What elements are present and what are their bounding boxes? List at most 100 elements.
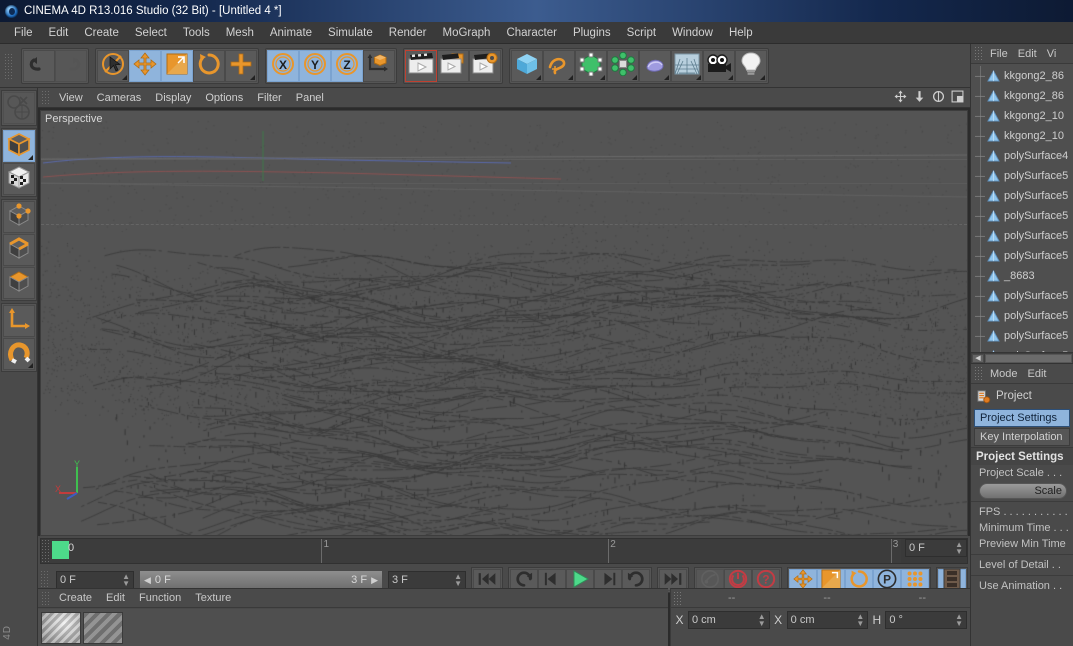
- menu-item-create[interactable]: Create: [76, 25, 127, 41]
- axis-modify-button[interactable]: [2, 305, 35, 337]
- array-button[interactable]: [607, 49, 639, 82]
- coordinate-input-x-1[interactable]: 0 cm ▲ ▼: [786, 611, 869, 629]
- submenu-corner-icon[interactable]: [696, 74, 701, 80]
- menu-item-animate[interactable]: Animate: [262, 25, 320, 41]
- attribute-menu-edit[interactable]: Edit: [1023, 367, 1052, 381]
- timeline-end-field[interactable]: 0 F ▲ ▼: [905, 539, 967, 563]
- attribute-row[interactable]: Preview Min Time: [971, 536, 1073, 552]
- polygons-mode-button[interactable]: [2, 267, 35, 299]
- preview-range-bar[interactable]: ◀ 0 F 3 F ▶: [139, 570, 383, 590]
- viewport-menu-filter[interactable]: Filter: [250, 91, 288, 105]
- camera-button[interactable]: [703, 49, 735, 82]
- stepper-icon[interactable]: ▲ ▼: [955, 613, 963, 628]
- attribute-row[interactable]: Project Scale . . .: [971, 465, 1073, 481]
- rotate-button[interactable]: [193, 49, 225, 82]
- material-menu-create[interactable]: Create: [52, 591, 99, 605]
- viewport-menu-panel[interactable]: Panel: [289, 91, 331, 105]
- attribute-object-row[interactable]: Project: [971, 384, 1073, 408]
- object-list-item[interactable]: — polySurface5: [971, 186, 1073, 206]
- spline-button[interactable]: [543, 49, 575, 82]
- snap-magnet-button[interactable]: [2, 338, 35, 370]
- submenu-corner-icon[interactable]: [27, 363, 33, 368]
- range-right-arrow-icon[interactable]: ▶: [371, 575, 378, 586]
- attribute-manager-grip[interactable]: [974, 366, 983, 381]
- attribute-row[interactable]: Level of Detail . .: [971, 557, 1073, 573]
- viewport-menu-view[interactable]: View: [52, 91, 90, 105]
- menu-item-select[interactable]: Select: [127, 25, 175, 41]
- menu-item-tools[interactable]: Tools: [175, 25, 218, 41]
- material-menu-edit[interactable]: Edit: [99, 591, 132, 605]
- redo-button[interactable]: [55, 49, 87, 82]
- material-menu-texture[interactable]: Texture: [188, 591, 238, 605]
- current-time-marker[interactable]: [52, 541, 69, 559]
- stepper-icon[interactable]: ▲ ▼: [856, 613, 864, 628]
- attribute-tab-project-settings[interactable]: Project Settings: [974, 409, 1070, 427]
- menu-item-simulate[interactable]: Simulate: [320, 25, 381, 41]
- submenu-corner-icon[interactable]: [664, 74, 669, 80]
- submenu-corner-icon[interactable]: [760, 74, 765, 80]
- model-mode-button[interactable]: [2, 130, 35, 162]
- submenu-corner-icon[interactable]: [728, 74, 733, 80]
- attribute-row[interactable]: Minimum Time . . .: [971, 520, 1073, 536]
- pan-view-icon[interactable]: [894, 90, 907, 106]
- project-scale-field[interactable]: Scale: [979, 483, 1067, 499]
- scrollbar-thumb[interactable]: [985, 353, 1072, 363]
- stepper-icon[interactable]: ▲ ▼: [122, 573, 130, 588]
- menu-item-render[interactable]: Render: [381, 25, 435, 41]
- object-list-item[interactable]: — polySurface5: [971, 226, 1073, 246]
- object-list-item[interactable]: — polySurface4: [971, 146, 1073, 166]
- attribute-row[interactable]: FPS . . . . . . . . . . .: [971, 504, 1073, 520]
- material-grip[interactable]: [41, 591, 50, 605]
- texture-mode-button[interactable]: [2, 163, 35, 195]
- attribute-menu-mode[interactable]: Mode: [985, 367, 1023, 381]
- nurbs-button[interactable]: [575, 49, 607, 82]
- object-list-item[interactable]: — kkgong2_10: [971, 106, 1073, 126]
- world-object-axis-button[interactable]: [363, 49, 395, 82]
- undo-button[interactable]: [23, 49, 55, 82]
- menu-item-edit[interactable]: Edit: [41, 25, 77, 41]
- move-button[interactable]: [129, 49, 161, 82]
- range-left-arrow-icon[interactable]: ◀: [144, 575, 151, 586]
- menu-item-plugins[interactable]: Plugins: [565, 25, 619, 41]
- dolly-view-icon[interactable]: [913, 90, 926, 106]
- stepper-icon[interactable]: ▲ ▼: [454, 573, 462, 588]
- stepper-icon[interactable]: ▲ ▼: [955, 541, 963, 556]
- menu-item-character[interactable]: Character: [498, 25, 565, 41]
- timeline-ruler[interactable]: 0 1 2 3 0 F ▲ ▼: [40, 538, 968, 564]
- submenu-corner-icon[interactable]: [122, 74, 127, 80]
- viewport-menu-cameras[interactable]: Cameras: [90, 91, 149, 105]
- object-manager-hscrollbar[interactable]: ◀: [971, 352, 1073, 363]
- object-list-item[interactable]: — kkgong2_10: [971, 126, 1073, 146]
- coordinate-input-x-0[interactable]: 0 cm ▲ ▼: [688, 611, 770, 629]
- timeline-grip[interactable]: [41, 539, 50, 563]
- x-axis-button[interactable]: X: [267, 49, 299, 82]
- floor-button[interactable]: [671, 49, 703, 82]
- submenu-corner-icon[interactable]: [27, 155, 33, 160]
- menu-item-mesh[interactable]: Mesh: [218, 25, 262, 41]
- stepper-icon[interactable]: ▲ ▼: [758, 613, 766, 628]
- menu-item-window[interactable]: Window: [664, 25, 721, 41]
- material-menu-function[interactable]: Function: [132, 591, 188, 605]
- material-swatch-2[interactable]: [83, 612, 123, 644]
- viewport-menu-options[interactable]: Options: [198, 91, 250, 105]
- object-list-item[interactable]: — polySurface5: [971, 306, 1073, 326]
- playback-grip[interactable]: [40, 570, 49, 590]
- render-view-button[interactable]: [405, 49, 437, 82]
- plus-button[interactable]: [225, 49, 257, 82]
- cube-primitive-button[interactable]: [511, 49, 543, 82]
- y-axis-button[interactable]: Y: [299, 49, 331, 82]
- object-manager-menu-vi[interactable]: Vi: [1042, 47, 1062, 61]
- material-swatch-area[interactable]: [38, 609, 668, 646]
- attribute-row[interactable]: Use Animation . .: [971, 578, 1073, 594]
- coordinates-grip[interactable]: [673, 590, 682, 606]
- z-axis-button[interactable]: Z: [331, 49, 363, 82]
- timeline-track[interactable]: 0 1 2 3: [50, 539, 901, 563]
- submenu-corner-icon[interactable]: [250, 74, 255, 80]
- select-arrow-button[interactable]: [97, 49, 129, 82]
- object-list-item[interactable]: — polySurface5: [971, 326, 1073, 346]
- attribute-tab-key-interpolation[interactable]: Key Interpolation: [974, 428, 1070, 446]
- rotate-view-icon[interactable]: [932, 90, 945, 106]
- current-frame-input[interactable]: 0 F ▲ ▼: [56, 571, 134, 589]
- object-list-item[interactable]: — _8683: [971, 266, 1073, 286]
- object-manager-menu-file[interactable]: File: [985, 47, 1013, 61]
